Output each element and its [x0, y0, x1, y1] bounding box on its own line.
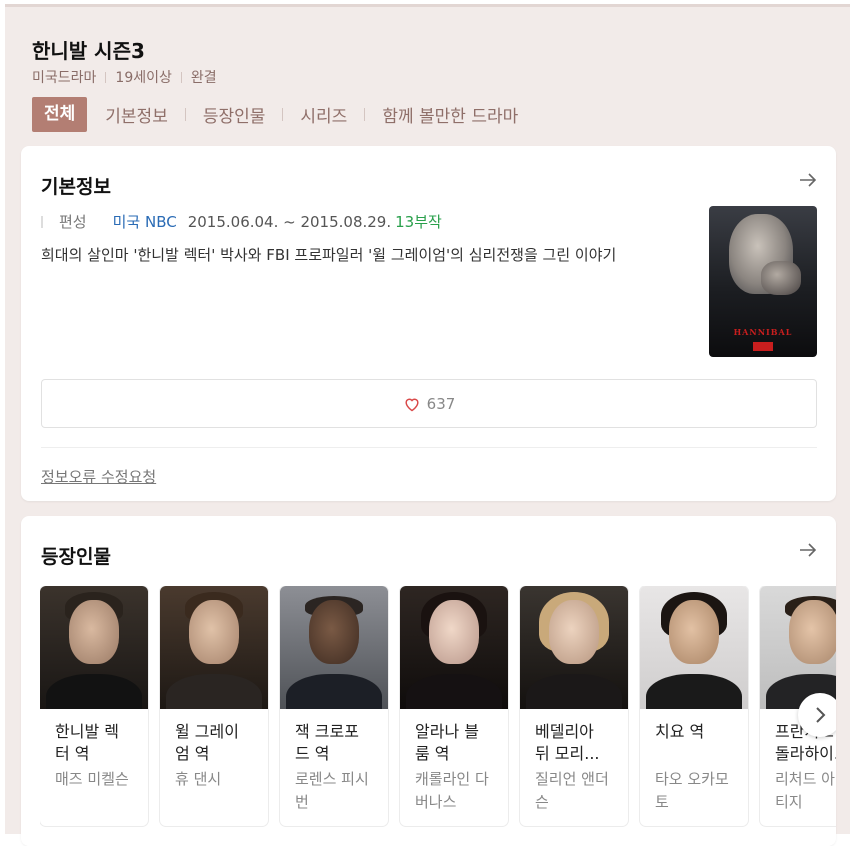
- cast-actor: 매즈 미켈슨: [55, 770, 129, 788]
- cast-item[interactable]: 잭 크로포드 역 로렌스 피시번: [280, 586, 388, 826]
- cast-photo: [280, 586, 388, 709]
- cast-role: 알라나 블룸 역: [415, 722, 479, 763]
- cast-role: 베델리아 뒤 모리...: [535, 722, 600, 763]
- tab-all[interactable]: 전체: [32, 97, 88, 132]
- poster-title: HANNIBAL: [733, 327, 793, 337]
- network-link[interactable]: 미국 NBC: [113, 211, 177, 232]
- meta-status: 완결: [190, 70, 217, 86]
- cast-list: 한니발 렉터 역 매즈 미켈슨 윌 그레이엄 역 휴 댄시 잭 크로포드 역 로…: [40, 586, 836, 846]
- broadcast-info: 편성 미국 NBC 2015.06.04. ~ 2015.08.29. 13부작: [41, 211, 442, 232]
- arrow-right-icon[interactable]: [796, 168, 820, 192]
- meta-category: 미국드라마: [32, 70, 97, 86]
- cast-item[interactable]: 윌 그레이엄 역 휴 댄시: [160, 586, 268, 826]
- tab-cast[interactable]: 등장인물: [203, 102, 266, 127]
- cast-actor: 타오 오카모토: [655, 770, 729, 811]
- page-title: 한니발 시즌3: [32, 39, 145, 63]
- cast-role: 잭 크로포드 역: [295, 722, 359, 763]
- episode-count: 13부작: [395, 213, 442, 231]
- like-count: 637: [426, 394, 456, 413]
- drama-meta: 미국드라마 19세이상 완결: [32, 67, 217, 87]
- like-button[interactable]: 637: [41, 379, 817, 428]
- meta-divider: [180, 71, 182, 83]
- tab-divider: [282, 108, 284, 121]
- cast-actor: 리처드 아미티지: [775, 770, 836, 811]
- cast-title: 등장인물: [41, 546, 111, 568]
- cast-item[interactable]: 베델리아 뒤 모리... 질리언 앤더슨: [520, 586, 628, 826]
- tab-divider: [364, 108, 366, 121]
- poster-network-logo: [753, 342, 773, 351]
- cast-role: 한니발 렉터 역: [55, 722, 119, 763]
- tab-basic-info[interactable]: 기본정보: [105, 102, 168, 127]
- basic-info-title: 기본정보: [41, 176, 111, 198]
- tab-divider: [184, 108, 186, 121]
- cast-photo: [640, 586, 748, 709]
- cast-actor: 질리언 앤더슨: [535, 770, 609, 811]
- cast-photo: [400, 586, 508, 709]
- drama-info-panel: 한니발 시즌3 미국드라마 19세이상 완결 전체 기본정보 등장인물 시리즈 …: [5, 4, 850, 846]
- report-error-link[interactable]: 정보오류 수정요청: [41, 466, 156, 487]
- chevron-right-icon: [816, 707, 826, 723]
- heart-icon: [405, 398, 419, 411]
- cast-item[interactable]: 치요 역 타오 오카모토: [640, 586, 748, 826]
- synopsis: 희대의 살인마 '한니발 렉터' 박사와 FBI 프로파일러 '윌 그레이엄'의…: [41, 246, 617, 264]
- cast-role: 치요 역: [655, 722, 705, 741]
- air-dates: 2015.06.04. ~ 2015.08.29.: [187, 212, 392, 231]
- cast-actor: 휴 댄시: [175, 770, 222, 788]
- cast-item[interactable]: 한니발 렉터 역 매즈 미켈슨: [40, 586, 148, 826]
- poster-hand: [761, 261, 801, 295]
- basic-info-card: 기본정보 편성 미국 NBC 2015.06.04. ~ 2015.08.29.…: [21, 146, 836, 501]
- divider: [41, 447, 817, 448]
- carousel-next-button[interactable]: [798, 693, 836, 737]
- info-bar: [41, 215, 43, 228]
- cast-photo: [520, 586, 628, 709]
- arrow-right-icon[interactable]: [796, 538, 820, 562]
- tab-recommended[interactable]: 함께 볼만한 드라마: [382, 102, 518, 127]
- cast-card: 등장인물 한니발 렉터 역 매즈 미켈슨 윌 그레이엄 역 휴 댄시 잭 크로포…: [21, 516, 836, 846]
- tab-series[interactable]: 시리즈: [300, 102, 347, 127]
- cast-actor: 캐롤라인 다버나스: [415, 770, 489, 811]
- poster-image[interactable]: HANNIBAL: [709, 206, 817, 357]
- cast-photo: [40, 586, 148, 709]
- cast-item[interactable]: 알라나 블룸 역 캐롤라인 다버나스: [400, 586, 508, 826]
- tab-bar: 전체 기본정보 등장인물 시리즈 함께 볼만한 드라마: [32, 97, 518, 132]
- cast-actor: 로렌스 피시번: [295, 770, 369, 811]
- cast-role: 윌 그레이엄 역: [175, 722, 239, 763]
- cast-photo: [760, 586, 836, 709]
- broadcast-label: 편성: [59, 213, 87, 231]
- meta-divider: [105, 71, 107, 83]
- cast-photo: [160, 586, 268, 709]
- meta-rating: 19세이상: [115, 70, 172, 86]
